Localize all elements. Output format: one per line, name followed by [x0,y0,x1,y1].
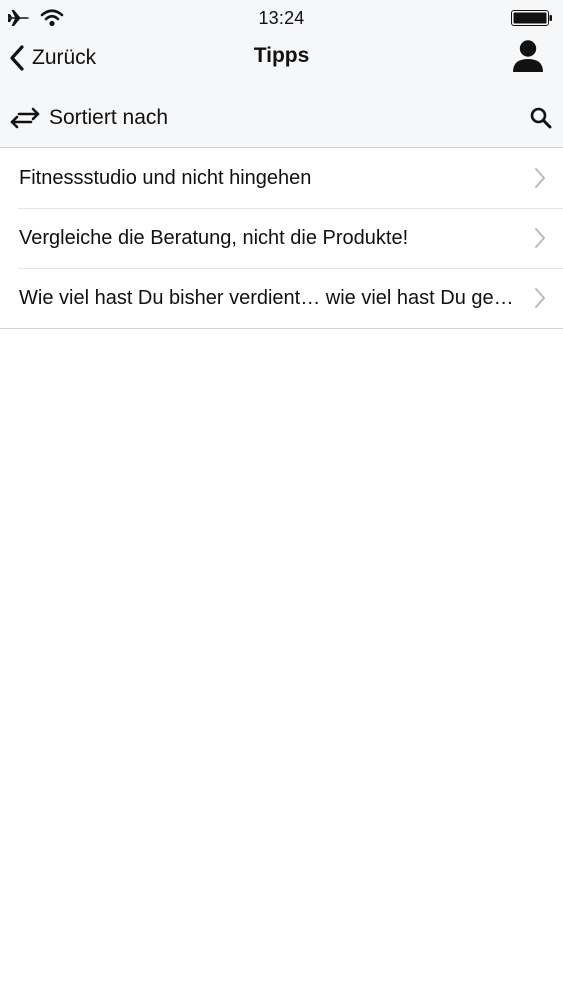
page-title: Tipps [253,44,310,67]
list-item-label: Fitnessstudio und nicht hingehen [19,166,312,189]
list-item[interactable]: Wie viel hast Du bisher verdient… wie vi… [0,268,563,328]
battery-icon [511,10,553,26]
chevron-right-icon [534,287,546,309]
search-button[interactable] [529,106,553,130]
search-icon [530,107,552,129]
list-item[interactable]: Vergleiche die Beratung, nicht die Produ… [0,208,563,268]
profile-icon [513,40,543,72]
swap-arrows-icon [10,107,40,129]
status-time: 13:24 [258,8,305,28]
chevron-right-icon [534,167,546,189]
list-item-label: Vergleiche die Beratung, nicht die Produ… [19,226,409,249]
chevron-right-icon [534,227,546,249]
list-item[interactable]: Fitnessstudio und nicht hingehen [0,148,563,208]
header: 13:24 Zurück Tipps Sortiert nach [0,0,563,148]
sort-button[interactable]: Sortiert nach [10,102,168,134]
list-item-label: Wie viel hast Du bisher verdient… wie vi… [19,286,521,309]
navigation-bar: Zurück Tipps [0,36,563,80]
status-bar: 13:24 [0,0,563,36]
sort-label: Sortiert nach [49,106,169,129]
profile-button[interactable] [511,39,545,73]
tips-list: Fitnessstudio und nicht hingehen Verglei… [0,148,563,329]
sort-toolbar: Sortiert nach [0,96,563,140]
